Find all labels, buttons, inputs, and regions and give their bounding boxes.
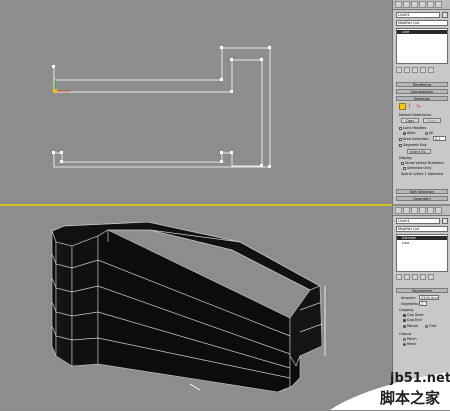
watermark: jb51.net 脚本之家 bbox=[330, 360, 450, 410]
modifier-list-dropdown[interactable]: Modifier List bbox=[396, 226, 448, 232]
create-tab-icon[interactable] bbox=[395, 207, 402, 214]
rollout-soft-selection[interactable]: Soft Selection bbox=[396, 189, 448, 194]
watermark-site: jb51.net bbox=[390, 371, 450, 386]
selected-only-checkbox[interactable]: Selected Only bbox=[403, 166, 431, 170]
all-radio[interactable]: All bbox=[425, 131, 433, 135]
watermark-name: 脚本之家 bbox=[380, 389, 441, 407]
configure-sets-icon[interactable] bbox=[428, 274, 434, 280]
named-selections-label: Named Selections: bbox=[399, 113, 432, 117]
stack-toolbar bbox=[396, 274, 448, 280]
object-color-swatch[interactable] bbox=[442, 12, 448, 18]
rollout-rendering[interactable]: Rendering bbox=[396, 82, 448, 87]
stack-toolbar bbox=[396, 67, 448, 73]
spline-mode-icon[interactable]: ∿ bbox=[416, 104, 422, 110]
amount-input[interactable]: 2500.0mm bbox=[419, 295, 439, 300]
display-label: Display bbox=[399, 156, 412, 160]
command-panel-tabs bbox=[393, 0, 450, 10]
motion-tab-icon[interactable] bbox=[419, 207, 426, 214]
output-label: Output bbox=[399, 332, 412, 336]
pin-stack-icon[interactable] bbox=[396, 67, 402, 73]
make-unique-icon[interactable] bbox=[412, 67, 418, 73]
cap-start-checkbox[interactable]: Cap Start bbox=[403, 313, 423, 317]
morph-radio[interactable]: Morph bbox=[403, 324, 418, 328]
top-viewport-canvas bbox=[52, 46, 271, 168]
rollout-parameters[interactable]: Parameters bbox=[396, 288, 448, 293]
amount-label: Amount: bbox=[401, 296, 416, 300]
object-name-field[interactable]: Line01 bbox=[396, 12, 440, 18]
subobject-icons: ⌇ ∿ bbox=[399, 103, 439, 111]
copy-button[interactable]: Copy bbox=[401, 118, 419, 123]
rollout-interpolation[interactable]: Interpolation bbox=[396, 89, 448, 94]
rollout-geometry[interactable]: Geometry bbox=[396, 196, 448, 201]
extruded-object bbox=[51, 221, 326, 393]
paste-button[interactable]: Paste bbox=[423, 118, 441, 123]
command-panel-top: Line01 Modifier List Line Rendering Inte… bbox=[392, 0, 450, 204]
stack-item-extrude[interactable]: Extrude bbox=[397, 236, 447, 240]
mesh-radio[interactable]: Mesh bbox=[403, 342, 416, 346]
modifier-stack[interactable]: Line bbox=[396, 28, 448, 64]
stack-item-line[interactable]: Line bbox=[402, 241, 409, 245]
patch-radio[interactable]: Patch bbox=[403, 337, 417, 341]
show-vertex-numbers-checkbox[interactable]: Show Vertex Numbers bbox=[401, 161, 444, 165]
modify-tab-icon[interactable] bbox=[403, 1, 410, 8]
modifier-list-dropdown[interactable]: Modifier List bbox=[396, 20, 448, 26]
area-selection-value[interactable]: 0.1 bbox=[433, 136, 446, 141]
remove-modifier-icon[interactable] bbox=[420, 274, 426, 280]
remove-modifier-icon[interactable] bbox=[420, 67, 426, 73]
cap-end-checkbox[interactable]: Cap End bbox=[403, 318, 422, 322]
utilities-tab-icon[interactable] bbox=[435, 207, 442, 214]
show-end-result-icon[interactable] bbox=[404, 274, 410, 280]
command-panel-tabs-bottom bbox=[393, 206, 450, 216]
configure-sets-icon[interactable] bbox=[428, 67, 434, 73]
modifier-stack[interactable]: Extrude Line bbox=[396, 234, 448, 272]
segments-label: Segments: bbox=[401, 302, 420, 306]
vertex-mode-icon[interactable] bbox=[399, 103, 406, 110]
grid-radio[interactable]: Grid bbox=[425, 324, 436, 328]
display-tab-icon[interactable] bbox=[427, 1, 434, 8]
hierarchy-tab-icon[interactable] bbox=[411, 1, 418, 8]
modify-tab-icon[interactable] bbox=[403, 207, 410, 214]
make-unique-icon[interactable] bbox=[412, 274, 418, 280]
stack-item-line[interactable]: Line bbox=[397, 30, 447, 34]
display-tab-icon[interactable] bbox=[427, 207, 434, 214]
segment-end-checkbox[interactable]: Segment End bbox=[399, 143, 427, 147]
alike-radio[interactable]: Alike bbox=[403, 131, 415, 135]
segment-mode-icon[interactable]: ⌇ bbox=[408, 104, 414, 110]
rollout-selection[interactable]: Selection bbox=[396, 96, 448, 101]
area-selection-checkbox[interactable]: Area Selection: bbox=[399, 137, 429, 141]
object-name-field[interactable]: Line01 bbox=[396, 218, 440, 224]
segments-input[interactable]: 1 bbox=[419, 301, 427, 306]
utilities-tab-icon[interactable] bbox=[435, 1, 442, 8]
transform-gizmo[interactable] bbox=[53, 80, 70, 93]
create-tab-icon[interactable] bbox=[395, 1, 402, 8]
lock-handles-checkbox[interactable]: Lock Handles bbox=[399, 126, 426, 130]
motion-tab-icon[interactable] bbox=[419, 1, 426, 8]
capping-label: Capping bbox=[399, 308, 414, 312]
show-end-result-icon[interactable] bbox=[404, 67, 410, 73]
pin-stack-icon[interactable] bbox=[396, 274, 402, 280]
line-shape-top bbox=[53, 47, 271, 168]
top-viewport[interactable] bbox=[0, 0, 392, 204]
hierarchy-tab-icon[interactable] bbox=[411, 207, 418, 214]
select-by-button[interactable]: Select By... bbox=[407, 149, 431, 154]
selection-status: Spline 1/Vert 1 Selected bbox=[401, 172, 443, 176]
vertex-markers bbox=[52, 46, 271, 168]
object-color-swatch[interactable] bbox=[442, 218, 448, 224]
